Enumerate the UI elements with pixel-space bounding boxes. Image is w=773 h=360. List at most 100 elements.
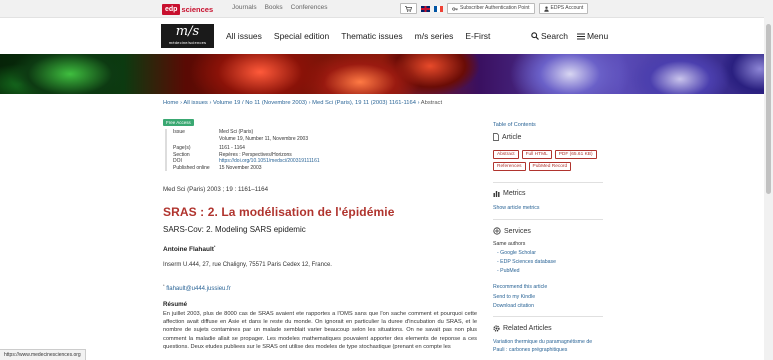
related-article-link[interactable]: Variation thermique du paramagnétisme de… xyxy=(493,339,605,354)
abstract-button[interactable]: Abstract xyxy=(493,150,519,159)
main-nav: All issues Special edition Thematic issu… xyxy=(226,31,490,41)
abstract-heading: Résumé xyxy=(163,301,188,308)
article-subtitle: SARS-Cov: 2. Modeling SARS epidemic xyxy=(163,225,306,234)
header-actions: Search Menu xyxy=(531,31,608,41)
article-title: SRAS : 2. La modélisation de l'épidémie xyxy=(163,205,395,219)
article-meta-table: Issue Med Sci (Paris) Volume 19, Number 1… xyxy=(165,129,320,171)
cart-button[interactable] xyxy=(400,3,417,14)
menu-label: Menu xyxy=(586,31,609,41)
recommend-article-link[interactable]: Recommend this article xyxy=(493,284,547,290)
related-articles-heading: Related Articles xyxy=(493,325,552,332)
account-label: EDPS Account xyxy=(550,5,584,11)
services-icon xyxy=(493,227,501,235)
search-label: Search xyxy=(541,31,568,41)
conferences-link[interactable]: Conferences xyxy=(291,4,328,11)
ms-logo-main: m/s xyxy=(175,24,200,39)
services-section-heading: Services xyxy=(493,227,531,235)
same-authors-label: Same authors xyxy=(493,241,526,247)
citation-line: Med Sci (Paris) 2003 ; 19 : 1161–1164 xyxy=(163,186,269,193)
logo-text: sciences xyxy=(181,4,214,14)
menu-button[interactable]: Menu xyxy=(576,31,609,41)
top-right-controls: Subscriber Authentication Point EDPS Acc… xyxy=(400,3,589,14)
free-access-badge: Free Access xyxy=(163,119,194,126)
nav-special-edition[interactable]: Special edition xyxy=(274,31,329,41)
account-button[interactable]: EDPS Account xyxy=(538,3,589,14)
email-mark: * xyxy=(163,283,165,288)
search-icon xyxy=(531,32,539,40)
subscriber-auth-label: Subscriber Authentication Point xyxy=(460,5,530,11)
meta-row-published: Published online 15 November 2003 xyxy=(173,165,320,172)
user-icon xyxy=(543,6,549,12)
breadcrumb-separator: › xyxy=(308,100,311,106)
author-name[interactable]: Antoine Flahault* xyxy=(163,244,215,253)
english-flag-icon[interactable] xyxy=(421,5,430,12)
show-metrics-link[interactable]: Show article metrics xyxy=(493,205,539,211)
article-section-heading: Article xyxy=(493,133,521,141)
nav-all-issues[interactable]: All issues xyxy=(226,31,262,41)
breadcrumb-article[interactable]: Med Sci (Paris), 19 11 (2003) 1161-1164 xyxy=(312,100,416,106)
page-scrollbar-thumb[interactable] xyxy=(766,24,771,194)
meta-key xyxy=(173,136,219,143)
table-of-contents-link[interactable]: Table of Contents xyxy=(493,122,536,128)
breadcrumb-all-issues[interactable]: All issues xyxy=(183,100,207,106)
author-name-text: Antoine Flahault xyxy=(163,246,214,254)
french-flag-icon[interactable] xyxy=(434,5,443,12)
breadcrumb-separator: › xyxy=(417,100,420,106)
browser-status-url: https://www.medecinesciences.org xyxy=(0,349,86,360)
books-link[interactable]: Books xyxy=(265,4,283,11)
author-affiliation: Inserm U.444, 27, rue Chaligny, 75571 Pa… xyxy=(163,262,332,268)
microscopy-banner-image xyxy=(0,54,773,94)
ms-logo[interactable]: m/s médecine/sciences xyxy=(161,24,214,48)
logo-mark: edp xyxy=(162,3,181,15)
breadcrumb-volume[interactable]: Volume 19 / No 11 (Novembre 2003) xyxy=(213,100,307,106)
subscriber-auth-button[interactable]: Subscriber Authentication Point xyxy=(447,3,535,14)
top-bar: edp sciences Journals Books Conferences … xyxy=(0,0,773,18)
abstract-text: En juillet 2003, plus de 8000 cas de SRA… xyxy=(163,311,477,350)
sidebar-divider xyxy=(493,182,603,183)
search-button[interactable]: Search xyxy=(531,31,568,41)
send-to-kindle-link[interactable]: Send to my Kindle xyxy=(493,294,535,300)
article-buttons: Abstract Full HTML PDF (65.61 KB) Refere… xyxy=(493,150,605,171)
references-button[interactable]: References xyxy=(493,162,526,171)
download-citation-link[interactable]: Download citation xyxy=(493,303,534,309)
document-icon xyxy=(493,133,499,141)
gear-icon xyxy=(493,325,500,332)
email-link[interactable]: flahault@u444.jussieu.fr xyxy=(166,286,230,292)
top-links: Journals Books Conferences xyxy=(232,4,328,11)
pdf-button[interactable]: PDF (65.61 KB) xyxy=(554,150,597,159)
full-html-button[interactable]: Full HTML xyxy=(521,150,552,159)
meta-value: Volume 19, Number 11, Novembre 2003 xyxy=(219,135,309,142)
article-heading-label: Article xyxy=(502,133,522,141)
google-scholar-link[interactable]: - Google Scholar xyxy=(497,250,536,256)
meta-row-volume: Volume 19, Number 11, Novembre 2003 xyxy=(173,136,320,143)
pubmed-link[interactable]: - PubMed xyxy=(497,268,520,274)
nav-ms-series[interactable]: m/s series xyxy=(415,31,454,41)
ms-logo-sub: médecine/sciences xyxy=(168,40,207,45)
breadcrumb-separator: › xyxy=(209,100,212,106)
pubmed-record-button[interactable]: PubMed Record xyxy=(528,162,572,171)
nav-e-first[interactable]: E-First xyxy=(465,31,490,41)
author-mark: * xyxy=(213,244,216,249)
cart-icon xyxy=(405,5,412,12)
meta-value: 15 November 2003 xyxy=(219,164,262,171)
hamburger-icon xyxy=(576,32,585,40)
journals-link[interactable]: Journals xyxy=(232,4,257,11)
breadcrumb-home[interactable]: Home xyxy=(163,100,178,106)
site-header: m/s médecine/sciences All issues Special… xyxy=(0,18,773,54)
sidebar-divider xyxy=(493,316,603,317)
breadcrumb-separator: › xyxy=(180,100,183,106)
meta-key: Published online xyxy=(173,164,210,171)
breadcrumb-current: Abstract xyxy=(420,100,443,106)
metrics-section-heading: Metrics xyxy=(493,190,526,197)
services-heading-label: Services xyxy=(504,227,531,235)
metrics-heading-label: Metrics xyxy=(503,190,526,197)
bar-chart-icon xyxy=(493,191,500,197)
sidebar-divider xyxy=(493,219,603,220)
related-heading-label: Related Articles xyxy=(503,325,552,332)
author-email[interactable]: * flahault@u444.jussieu.fr xyxy=(163,283,231,292)
edp-database-link[interactable]: - EDP Sciences database xyxy=(497,259,556,265)
key-icon xyxy=(452,6,458,11)
nav-thematic-issues[interactable]: Thematic issues xyxy=(341,31,402,41)
edp-sciences-logo[interactable]: edp sciences xyxy=(162,3,213,15)
breadcrumb: Home › All issues › Volume 19 / No 11 (N… xyxy=(163,100,442,106)
